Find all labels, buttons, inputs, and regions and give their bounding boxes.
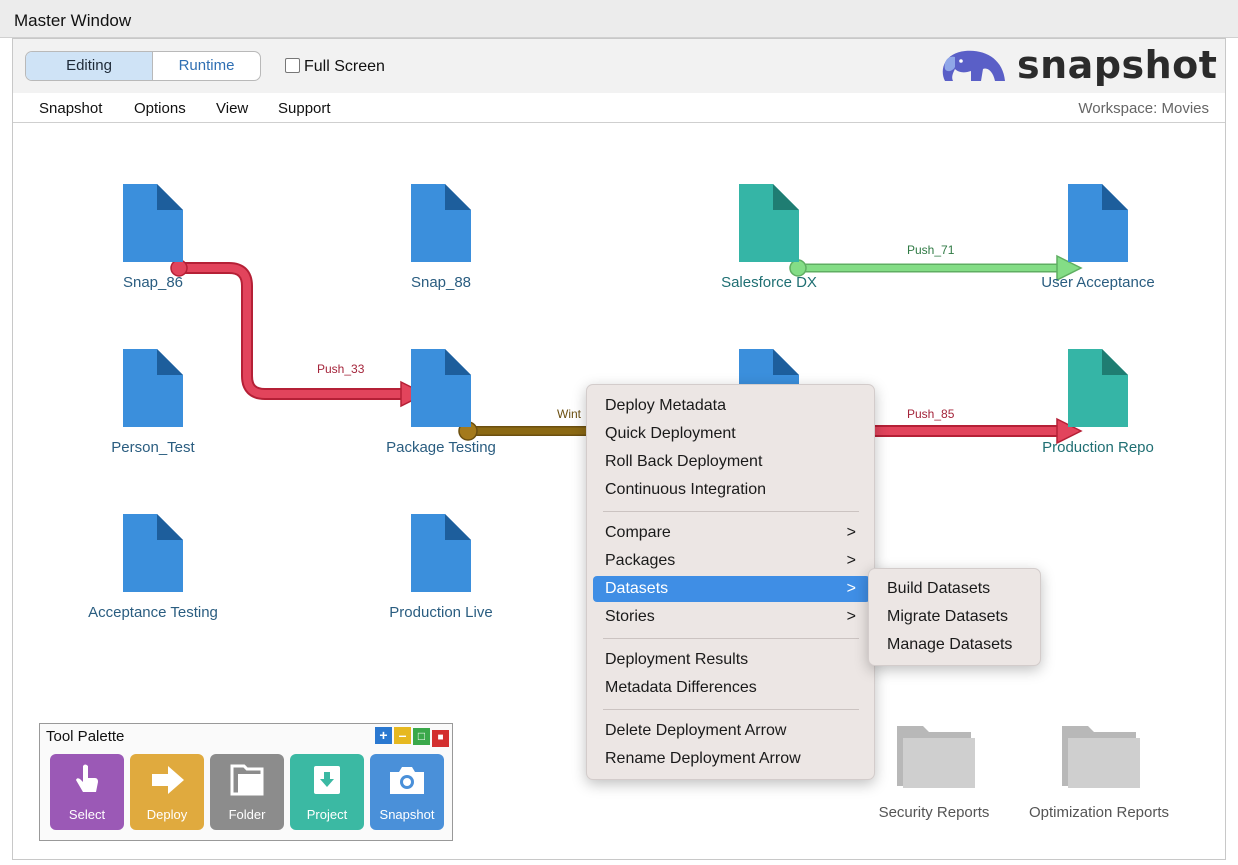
blue-document-icon [411, 184, 471, 262]
tool-select-button[interactable]: Select [50, 754, 124, 830]
tool-label: Deploy [146, 807, 188, 822]
chevron-right-icon: > [846, 580, 856, 597]
menu-support[interactable]: Support [278, 100, 331, 117]
workspace-label: Workspace: Movies [1078, 100, 1209, 117]
menu-item-deploy-metadata[interactable]: Deploy Metadata [593, 393, 870, 419]
tool-palette[interactable]: Tool Palette + – □ ■ Select Deploy Folder [39, 723, 453, 841]
palette-maximize-button[interactable]: □ [413, 728, 430, 745]
node-user-acceptance[interactable]: User Acceptance [1013, 184, 1183, 291]
folder-icon [230, 764, 264, 796]
arrow-label-wint: Wint [557, 407, 581, 421]
menu-bar: Snapshot Options View Support Workspace:… [13, 93, 1225, 123]
menu-item-datasets[interactable]: Datasets > [593, 576, 870, 602]
node-label: Production Live [389, 604, 493, 621]
menu-item-quick-deployment[interactable]: Quick Deployment [593, 421, 870, 447]
datasets-submenu: Build Datasets Migrate Datasets Manage D… [868, 568, 1041, 666]
full-screen-label: Full Screen [304, 58, 385, 75]
tool-snapshot-button[interactable]: Snapshot [370, 754, 444, 830]
node-label: Production Repo [1042, 439, 1154, 456]
node-acceptance-testing[interactable]: Acceptance Testing [68, 514, 238, 621]
teal-document-icon [739, 184, 799, 262]
node-person-test[interactable]: Person_Test [68, 349, 238, 456]
window-title: Master Window [14, 11, 132, 30]
submenu-item-build-datasets[interactable]: Build Datasets [875, 576, 1035, 602]
node-label: Security Reports [878, 804, 990, 821]
logo-wordmark: snapshot [1017, 43, 1218, 87]
node-package-testing[interactable]: Package Testing [356, 349, 526, 456]
node-label: Acceptance Testing [88, 604, 218, 621]
menu-options[interactable]: Options [134, 100, 186, 117]
blue-document-icon [123, 349, 183, 427]
folder-icon [1062, 726, 1140, 788]
top-toolbar: Editing Runtime Full Screen snapshot [13, 39, 1225, 93]
context-menu: Deploy Metadata Quick Deployment Roll Ba… [586, 384, 875, 780]
mode-editing-button[interactable]: Editing [26, 52, 153, 80]
blue-document-icon [411, 514, 471, 592]
node-snap-88[interactable]: Snap_88 [356, 184, 526, 291]
menu-item-compare[interactable]: Compare > [593, 520, 870, 546]
arrow-label-push-71: Push_71 [907, 243, 955, 257]
tool-label: Project [306, 807, 348, 822]
menu-item-rename-deployment-arrow[interactable]: Rename Deployment Arrow [593, 746, 870, 772]
menu-item-metadata-differences[interactable]: Metadata Differences [593, 675, 870, 701]
tool-palette-title: Tool Palette [46, 728, 125, 745]
node-label: Snap_86 [122, 274, 184, 291]
menu-snapshot[interactable]: Snapshot [39, 100, 102, 117]
tool-folder-button[interactable]: Folder [210, 754, 284, 830]
menu-item-stories[interactable]: Stories > [593, 604, 870, 630]
node-optimization-reports[interactable]: Optimization Reports [1014, 720, 1184, 821]
arrow-label-push-85: Push_85 [907, 407, 955, 421]
teal-document-icon [1068, 349, 1128, 427]
download-box-icon [314, 766, 340, 794]
menu-item-roll-back-deployment[interactable]: Roll Back Deployment [593, 449, 870, 475]
node-snap-86[interactable]: Snap_86 [68, 184, 238, 291]
menu-item-packages[interactable]: Packages > [593, 548, 870, 574]
chevron-right-icon: > [846, 552, 856, 569]
tool-label: Folder [228, 807, 266, 822]
blue-document-icon [411, 349, 471, 427]
menu-item-continuous-integration[interactable]: Continuous Integration [593, 477, 870, 503]
menu-item-deployment-results[interactable]: Deployment Results [593, 647, 870, 673]
submenu-item-manage-datasets[interactable]: Manage Datasets [875, 632, 1035, 658]
tool-label: Snapshot [379, 807, 435, 822]
chevron-right-icon: > [846, 524, 856, 541]
arrow-right-icon [152, 766, 184, 794]
chevron-right-icon: > [846, 608, 856, 625]
folder-icon [897, 726, 975, 788]
blue-document-icon [123, 184, 183, 262]
window-titlebar: Master Window [0, 0, 1238, 38]
menu-item-delete-deployment-arrow[interactable]: Delete Deployment Arrow [593, 718, 870, 744]
hand-pointer-icon [76, 764, 98, 792]
menu-separator [603, 709, 859, 710]
node-label: Optimization Reports [1028, 804, 1170, 821]
menu-separator [603, 511, 859, 512]
mode-runtime-button[interactable]: Runtime [153, 52, 260, 80]
camera-icon [390, 767, 424, 794]
snapshot-logo: snapshot [931, 43, 1221, 89]
mode-segmented-control: Editing Runtime [25, 51, 261, 81]
node-label: Salesforce DX [721, 274, 817, 291]
palette-window-buttons: + – □ ■ [373, 727, 449, 747]
node-production-live[interactable]: Production Live [356, 514, 526, 621]
full-screen-checkbox[interactable]: Full Screen [285, 58, 385, 76]
tool-deploy-button[interactable]: Deploy [130, 754, 204, 830]
submenu-item-migrate-datasets[interactable]: Migrate Datasets [875, 604, 1035, 630]
node-label: Snap_88 [410, 274, 472, 291]
node-salesforce-dx[interactable]: Salesforce DX [684, 184, 854, 291]
menu-separator [603, 638, 859, 639]
palette-add-button[interactable]: + [375, 727, 392, 744]
checkbox-box[interactable] [285, 58, 300, 73]
node-production-repo[interactable]: Production Repo [1013, 349, 1183, 456]
palette-minimize-button[interactable]: – [394, 727, 411, 744]
tool-label: Select [68, 807, 106, 822]
node-label: Person_Test [111, 439, 195, 456]
tool-project-button[interactable]: Project [290, 754, 364, 830]
elephant-logo-icon [942, 50, 1005, 81]
blue-document-icon [123, 514, 183, 592]
node-label: Package Testing [386, 439, 496, 456]
menu-view[interactable]: View [216, 100, 248, 117]
node-label: User Acceptance [1041, 274, 1155, 291]
palette-close-button[interactable]: ■ [432, 730, 449, 747]
blue-document-icon [1068, 184, 1128, 262]
